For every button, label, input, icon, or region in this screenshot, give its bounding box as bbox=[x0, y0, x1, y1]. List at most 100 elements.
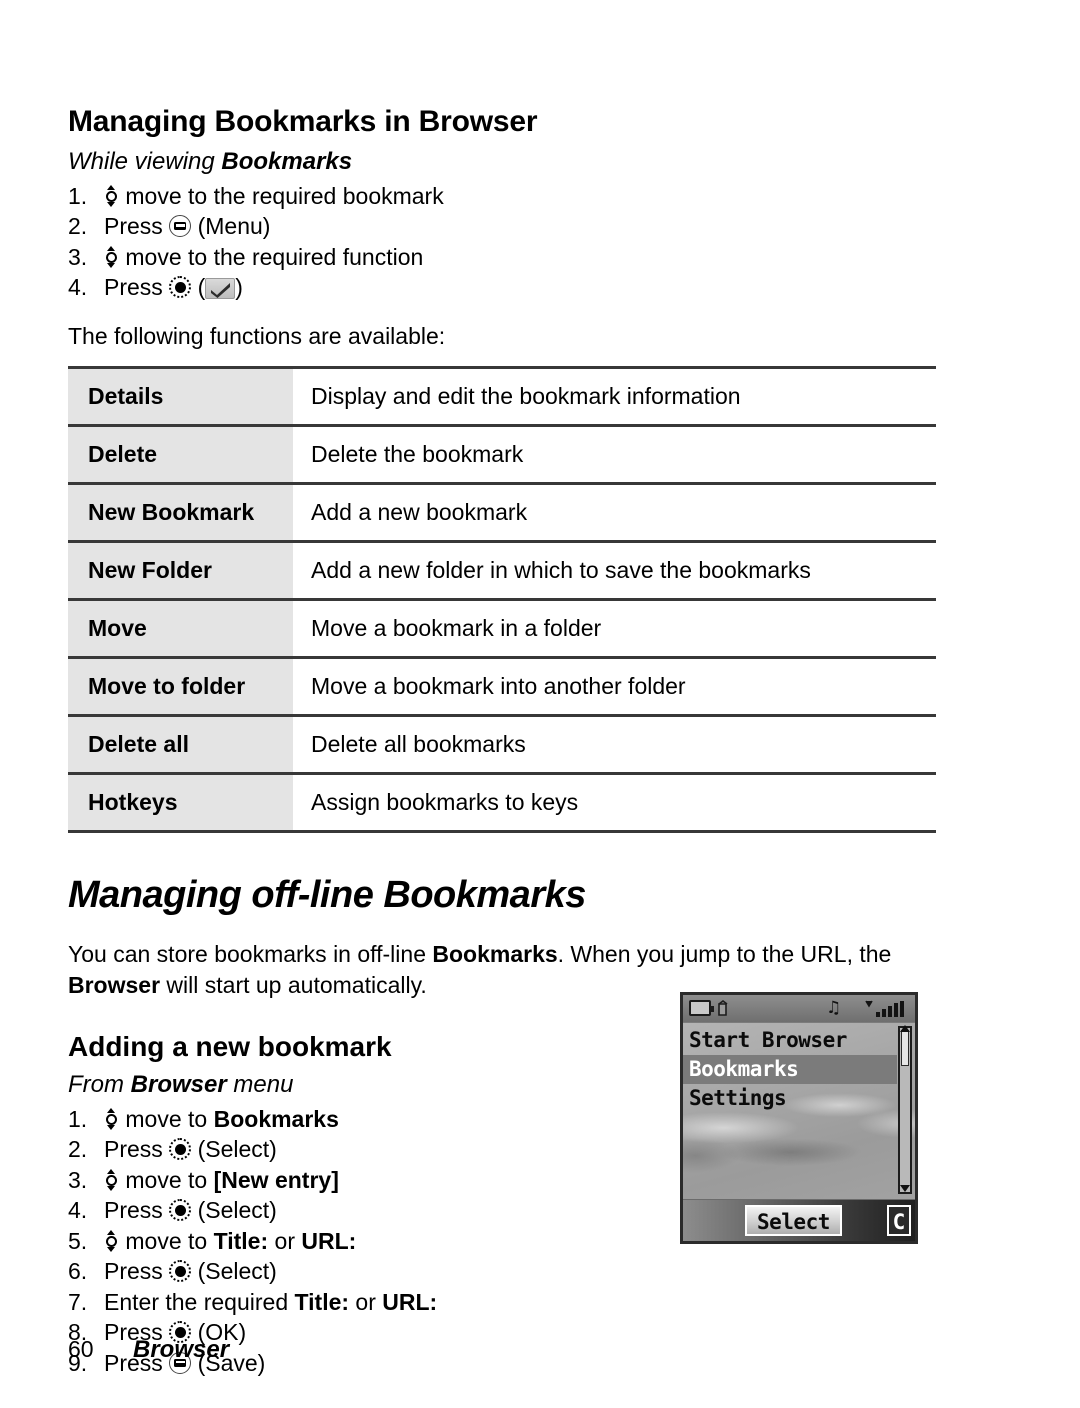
step-text: move to the required bookmark bbox=[104, 181, 444, 212]
step-label: move to the required function bbox=[125, 243, 424, 270]
phone-menu-item-bookmarks[interactable]: Bookmarks bbox=[683, 1055, 897, 1084]
function-desc-cell: Delete the bookmark bbox=[293, 423, 936, 484]
step-bold-target: [New entry] bbox=[213, 1166, 339, 1193]
phone-screenshot: ♫ Start Browser Bookmarks Settings Selec… bbox=[680, 992, 918, 1244]
sound-profile-icon: ♫ bbox=[826, 998, 841, 1018]
phone-menu-list: Start Browser Bookmarks Settings bbox=[683, 1023, 915, 1113]
scroll-up-arrow-icon[interactable] bbox=[900, 1025, 910, 1032]
step-label: move to bbox=[125, 1105, 214, 1132]
context-suffix: menu bbox=[226, 1070, 294, 1098]
step-text: Press (Menu) bbox=[104, 211, 270, 242]
scrollbar-thumb[interactable] bbox=[901, 1030, 909, 1066]
table-row: New Bookmark Add a new bookmark bbox=[68, 481, 936, 542]
function-desc-cell: Assign bookmarks to keys bbox=[293, 771, 936, 833]
step-bold-url: URL: bbox=[301, 1227, 357, 1254]
step-text: Enter the required Title: or URL: bbox=[104, 1287, 437, 1318]
table-row: Move Move a bookmark in a folder bbox=[68, 597, 936, 658]
function-desc-cell: Add a new folder in which to save the bo… bbox=[293, 539, 936, 600]
function-name-cell: Delete bbox=[68, 423, 293, 484]
menu-key-icon bbox=[169, 215, 192, 238]
paragraph-text: will start up automatically. bbox=[160, 971, 427, 998]
list-item: 1. move to the required bookmark bbox=[68, 181, 1012, 212]
table-row: Delete Delete the bookmark bbox=[68, 423, 936, 484]
list-item: 3. move to the required function bbox=[68, 242, 1012, 273]
function-desc-cell: Add a new bookmark bbox=[293, 481, 936, 542]
select-key-icon bbox=[169, 1199, 192, 1222]
paragraph-text: . When you jump to the URL, the bbox=[557, 940, 892, 967]
step-label: Press bbox=[104, 213, 170, 240]
list-item: 2. Press (Menu) bbox=[68, 211, 1012, 242]
check-key-icon bbox=[205, 278, 236, 300]
function-name-cell: New Folder bbox=[68, 539, 293, 600]
step-label-suffix: (Menu) bbox=[197, 213, 271, 240]
phone-scrollbar[interactable] bbox=[898, 1026, 912, 1194]
phone-menu-item-start-browser[interactable]: Start Browser bbox=[683, 1026, 915, 1055]
step-bold-target: Bookmarks bbox=[213, 1105, 339, 1132]
step-bold-title: Title: bbox=[213, 1227, 269, 1254]
step-label-or: or bbox=[349, 1288, 383, 1315]
step-bold-url: URL: bbox=[382, 1288, 438, 1315]
document-page: Managing Bookmarks in Browser While view… bbox=[68, 0, 1012, 1408]
scroll-down-arrow-icon[interactable] bbox=[900, 1185, 910, 1192]
softkey-clear-button[interactable]: C bbox=[887, 1205, 911, 1236]
step-text: Press () bbox=[104, 272, 243, 303]
list-item: 6. Press (Select) bbox=[68, 1256, 1012, 1287]
step-number: 2. bbox=[68, 213, 88, 240]
battery-icon bbox=[689, 1000, 714, 1016]
table-row: Details Display and edit the bookmark in… bbox=[68, 365, 936, 426]
list-item: 4. Press () bbox=[68, 272, 1012, 303]
phone-softkey-bar: Select C bbox=[683, 1199, 915, 1241]
step-label: Enter the required bbox=[104, 1288, 295, 1315]
step-text: move to [New entry] bbox=[104, 1165, 339, 1196]
function-desc-cell: Move a bookmark in a folder bbox=[293, 597, 936, 658]
table-intro-text: The following functions are available: bbox=[68, 322, 446, 349]
network-indicator-icon bbox=[716, 999, 734, 1018]
step-label: Press bbox=[104, 274, 170, 301]
step-number: 3. bbox=[68, 1166, 88, 1193]
page-footer: 60 Browser bbox=[68, 1336, 1012, 1364]
nav-updown-key-icon bbox=[104, 245, 119, 268]
function-desc-cell: Move a bookmark into another folder bbox=[293, 655, 936, 716]
paren-open: ( bbox=[197, 274, 206, 301]
step-label-suffix: (Select) bbox=[197, 1197, 277, 1224]
step-text: move to Title: or URL: bbox=[104, 1226, 356, 1257]
step-label-suffix: (Select) bbox=[197, 1258, 277, 1285]
context-bold: Bookmarks bbox=[221, 148, 353, 175]
select-key-icon bbox=[169, 1138, 192, 1161]
paragraph-bold-browser: Browser bbox=[68, 971, 161, 998]
context-prefix: From bbox=[68, 1070, 131, 1098]
steps-list-viewing-bookmarks: 1. move to the required bookmark 2. Pres… bbox=[68, 181, 1012, 303]
function-name-cell: Hotkeys bbox=[68, 771, 293, 833]
step-number: 2. bbox=[68, 1136, 88, 1163]
step-text: move to Bookmarks bbox=[104, 1104, 339, 1135]
step-number: 5. bbox=[68, 1227, 88, 1254]
phone-status-bar: ♫ bbox=[683, 995, 915, 1023]
step-label: Press bbox=[104, 1258, 170, 1285]
softkey-select-button[interactable]: Select bbox=[745, 1205, 842, 1236]
phone-screen-body: Start Browser Bookmarks Settings bbox=[683, 1023, 915, 1199]
nav-updown-key-icon bbox=[104, 1107, 119, 1130]
table-row: Delete all Delete all bookmarks bbox=[68, 713, 936, 774]
step-label: Press bbox=[104, 1136, 170, 1163]
step-label-suffix: (Select) bbox=[197, 1136, 277, 1163]
paragraph-bold-bookmarks: Bookmarks bbox=[432, 940, 558, 967]
step-label-or: or bbox=[268, 1227, 302, 1254]
function-name-cell: Move bbox=[68, 597, 293, 658]
list-item: 7. Enter the required Title: or URL: bbox=[68, 1287, 1012, 1318]
step-label: move to bbox=[125, 1227, 214, 1254]
step-number: 7. bbox=[68, 1288, 88, 1315]
function-desc-cell: Delete all bookmarks bbox=[293, 713, 936, 774]
paragraph-text: You can store bookmarks in off-line bbox=[68, 940, 433, 967]
section-context-line: While viewing Bookmarks bbox=[68, 148, 1012, 177]
step-number: 1. bbox=[68, 1105, 88, 1132]
context-bold: Browser bbox=[130, 1070, 227, 1098]
paren-close: ) bbox=[235, 274, 243, 301]
phone-menu-item-settings[interactable]: Settings bbox=[683, 1084, 915, 1113]
step-text: Press (Select) bbox=[104, 1256, 277, 1287]
functions-table: Details Display and edit the bookmark in… bbox=[68, 365, 936, 833]
step-number: 4. bbox=[68, 1197, 88, 1224]
select-key-icon bbox=[169, 276, 192, 299]
function-name-cell: New Bookmark bbox=[68, 481, 293, 542]
function-name-cell: Move to folder bbox=[68, 655, 293, 716]
step-text: Press (Select) bbox=[104, 1195, 277, 1226]
